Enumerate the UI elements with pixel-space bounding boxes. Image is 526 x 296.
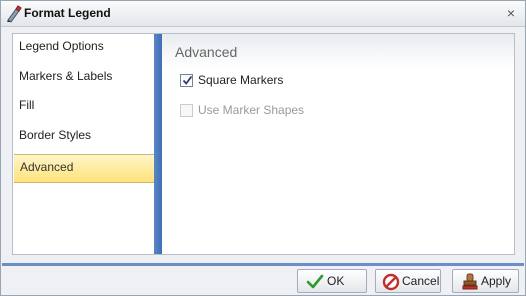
- panel-header: Advanced: [162, 34, 514, 68]
- cancel-label: Cancel: [402, 274, 440, 288]
- use-marker-shapes-checkbox[interactable]: [180, 104, 193, 117]
- apply-label: Apply: [481, 274, 512, 288]
- format-legend-dialog: Format Legend × Legend Options Markers &…: [0, 0, 526, 296]
- dialog-title: Format Legend: [24, 6, 111, 20]
- dialog-content: Legend Options Markers & Labels Fill Bor…: [12, 33, 515, 255]
- cancel-icon: [382, 273, 400, 291]
- use-marker-shapes-label: Use Marker Shapes: [198, 103, 305, 117]
- sidebar-item-fill[interactable]: Fill: [13, 93, 154, 122]
- sidebar-item-markers-labels[interactable]: Markers & Labels: [13, 64, 154, 93]
- sidebar-accent-bar: [154, 34, 162, 254]
- title-bar[interactable]: Format Legend ×: [1, 1, 525, 27]
- sidebar-item-legend-options[interactable]: Legend Options: [13, 34, 154, 63]
- advanced-panel: Advanced Square Markers Use Marker Shape…: [162, 34, 514, 254]
- square-markers-checkbox[interactable]: [180, 74, 193, 87]
- sidebar-item-border-styles[interactable]: Border Styles: [13, 123, 154, 152]
- close-icon[interactable]: ×: [503, 5, 519, 21]
- format-legend-icon: [5, 5, 23, 23]
- square-markers-label: Square Markers: [198, 73, 284, 87]
- ok-button[interactable]: OK: [297, 269, 367, 293]
- stamp-icon: [461, 273, 479, 291]
- cancel-button[interactable]: Cancel: [375, 269, 441, 293]
- panel-title: Advanced: [175, 44, 238, 60]
- checkmark-icon: [182, 75, 193, 85]
- apply-button[interactable]: Apply: [452, 269, 519, 293]
- category-sidebar: Legend Options Markers & Labels Fill Bor…: [13, 34, 154, 254]
- checkmark-icon: [306, 273, 324, 291]
- ok-label: OK: [327, 274, 345, 288]
- button-bar: OK Cancel Apply: [1, 266, 525, 295]
- sidebar-item-advanced[interactable]: Advanced: [14, 154, 154, 183]
